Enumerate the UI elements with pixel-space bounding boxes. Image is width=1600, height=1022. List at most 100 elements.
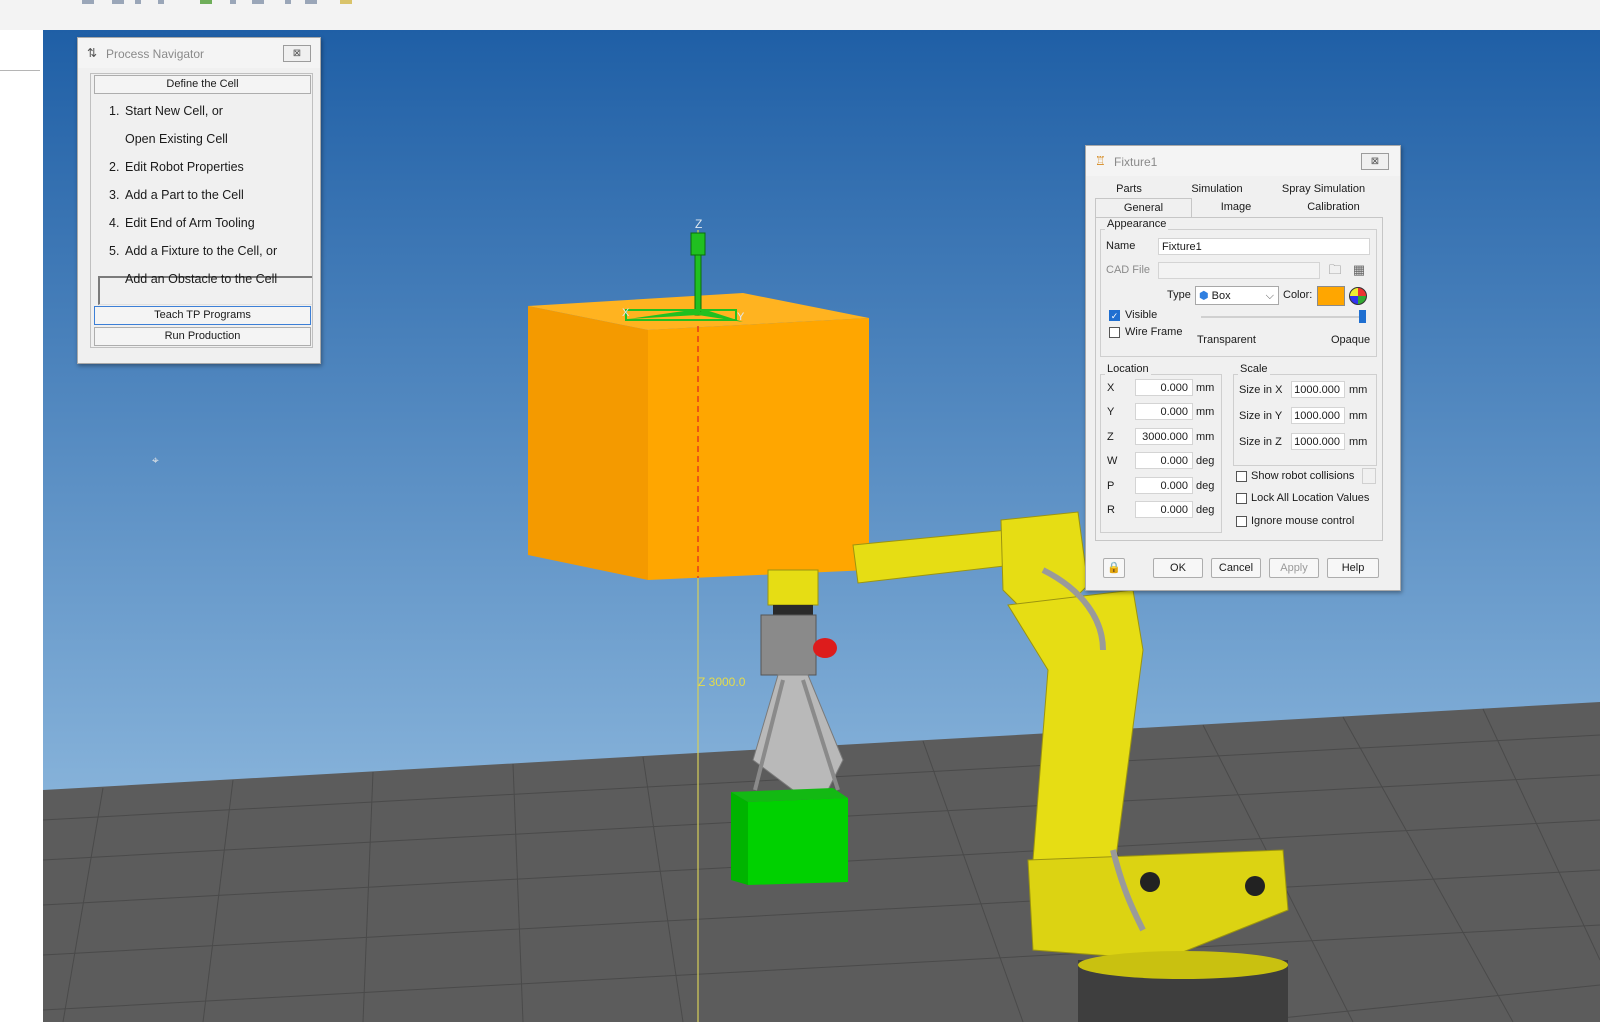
toolbar-icon[interactable]	[135, 0, 141, 4]
teach-tp-programs-button[interactable]: Teach TP Programs	[94, 306, 311, 325]
step-add-fixture[interactable]: 5. Add a Fixture to the Cell, or	[109, 244, 277, 258]
ok-button[interactable]: OK	[1153, 558, 1203, 578]
cad-file-label: CAD File	[1106, 264, 1151, 276]
location-r-label: R	[1107, 504, 1115, 516]
process-navigator-titlebar[interactable]: ⇅ Process Navigator ⊠	[78, 38, 320, 68]
process-navigator-window: ⇅ Process Navigator ⊠ Define the Cell 1.…	[77, 37, 321, 364]
mouse-cursor: ⌖	[152, 453, 159, 467]
location-w-label: W	[1107, 455, 1118, 467]
step-add-obstacle[interactable]: Add an Obstacle to the Cell	[109, 272, 277, 286]
location-p-unit: deg	[1196, 480, 1215, 492]
chevron-down-icon: ⌵	[1265, 290, 1274, 302]
tab-parts[interactable]: Parts	[1104, 183, 1154, 195]
toolbar-icon[interactable]	[112, 0, 124, 4]
fixture-box[interactable]	[528, 293, 869, 580]
dialog-title: Fixture1	[1114, 155, 1158, 169]
cad-file-field[interactable]	[1158, 262, 1320, 279]
location-x-label: X	[1107, 382, 1115, 394]
location-y-label: Y	[1107, 406, 1115, 418]
visible-checkbox[interactable]: ✓	[1109, 310, 1120, 321]
close-button[interactable]: ⊠	[1361, 153, 1389, 170]
wire-frame-checkbox[interactable]	[1109, 327, 1120, 338]
location-w-field[interactable]: 0.000	[1135, 452, 1193, 469]
divider	[0, 70, 40, 71]
step-edit-robot-properties[interactable]: 2. Edit Robot Properties	[109, 160, 244, 174]
scale-group-label: Scale	[1238, 363, 1270, 375]
opacity-slider-thumb[interactable]	[1359, 310, 1366, 323]
tab-general[interactable]: General	[1095, 198, 1192, 217]
tab-simulation[interactable]: Simulation	[1182, 183, 1252, 195]
cancel-button[interactable]: Cancel	[1211, 558, 1261, 578]
toolbar-icon[interactable]	[200, 0, 212, 4]
location-z-label: Z	[1107, 431, 1114, 443]
size-x-field[interactable]: 1000.000	[1291, 381, 1345, 398]
type-select[interactable]: ⬢ Box ⌵	[1195, 286, 1279, 305]
fixture-properties-dialog: ♖ Fixture1 ⊠ Parts Simulation Spray Simu…	[1085, 145, 1401, 591]
tab-spray-simulation[interactable]: Spray Simulation	[1271, 183, 1376, 195]
window-title: Process Navigator	[106, 47, 205, 61]
z-readout: Z 3000.0	[698, 675, 746, 689]
folder-open-icon[interactable]: 🗀	[1325, 261, 1345, 279]
part-box[interactable]	[731, 788, 848, 885]
define-the-cell-button[interactable]: Define the Cell	[94, 75, 311, 94]
toolbar-icon[interactable]	[158, 0, 164, 4]
toolbar-icon[interactable]	[82, 0, 94, 4]
step-edit-eoat[interactable]: 4. Edit End of Arm Tooling	[109, 216, 255, 230]
opacity-slider-track[interactable]	[1201, 316, 1366, 318]
size-x-label: Size in X	[1239, 384, 1283, 396]
cell-browser-pane	[0, 30, 44, 1022]
axis-z-label: Z	[695, 217, 702, 231]
color-picker-icon[interactable]	[1349, 287, 1367, 305]
show-robot-collisions-checkbox[interactable]	[1236, 471, 1247, 482]
box-shape-icon: ⬢	[1199, 290, 1209, 302]
help-button[interactable]: Help	[1327, 558, 1379, 578]
lock-location-checkbox[interactable]	[1236, 493, 1247, 504]
run-production-button[interactable]: Run Production	[94, 327, 311, 346]
tab-image[interactable]: Image	[1196, 201, 1276, 213]
lock-location-label: Lock All Location Values	[1251, 492, 1370, 504]
size-z-field[interactable]: 1000.000	[1291, 433, 1345, 450]
tab-calibration[interactable]: Calibration	[1286, 201, 1381, 213]
size-x-unit: mm	[1349, 384, 1368, 396]
toolbar-icon[interactable]	[305, 0, 317, 4]
step-start-new-cell[interactable]: 1. Start New Cell, or	[109, 104, 223, 118]
step-add-part[interactable]: 3. Add a Part to the Cell	[109, 188, 244, 202]
location-r-field[interactable]: 0.000	[1135, 501, 1193, 518]
process-navigator-icon: ⇅	[87, 46, 98, 60]
ignore-mouse-checkbox[interactable]	[1236, 516, 1247, 527]
cad-import-icon[interactable]: ▦	[1349, 261, 1369, 279]
toolbar-icon[interactable]	[252, 0, 264, 4]
color-swatch[interactable]	[1317, 286, 1345, 306]
size-y-unit: mm	[1349, 410, 1368, 422]
ignore-mouse-label: Ignore mouse control	[1251, 515, 1355, 527]
toolbar-icon[interactable]	[230, 0, 236, 4]
opaque-label: Opaque	[1331, 334, 1371, 346]
wire-frame-label: Wire Frame	[1125, 326, 1183, 338]
toolbar-icon[interactable]	[340, 0, 352, 4]
location-x-field[interactable]: 0.000	[1135, 379, 1193, 396]
location-group-label: Location	[1105, 363, 1151, 375]
apply-button[interactable]: Apply	[1269, 558, 1319, 578]
name-field[interactable]: Fixture1	[1158, 238, 1370, 255]
toolbar-icon[interactable]	[285, 0, 291, 4]
appearance-group-label: Appearance	[1105, 218, 1169, 230]
color-label: Color:	[1283, 289, 1313, 301]
location-p-label: P	[1107, 480, 1115, 492]
size-z-unit: mm	[1349, 436, 1368, 448]
axis-x-label: X	[622, 307, 630, 319]
show-robot-collisions-label: Show robot collisions	[1251, 470, 1355, 482]
fixture-icon: ♖	[1095, 154, 1106, 168]
close-button[interactable]: ⊠	[283, 45, 311, 62]
location-r-unit: deg	[1196, 504, 1215, 516]
lock-icon[interactable]: 🔒	[1103, 558, 1125, 578]
axis-y-label: Y	[737, 311, 745, 323]
size-y-field[interactable]: 1000.000	[1291, 407, 1345, 424]
step-open-existing-cell[interactable]: Open Existing Cell	[109, 132, 228, 146]
location-z-field[interactable]: 3000.000	[1135, 428, 1193, 445]
location-p-field[interactable]: 0.000	[1135, 477, 1193, 494]
size-y-label: Size in Y	[1239, 410, 1283, 422]
toolbar	[0, 0, 1600, 31]
location-y-field[interactable]: 0.000	[1135, 403, 1193, 420]
collision-options-button[interactable]	[1362, 468, 1376, 484]
fixture-dialog-titlebar[interactable]: ♖ Fixture1 ⊠	[1086, 146, 1400, 176]
